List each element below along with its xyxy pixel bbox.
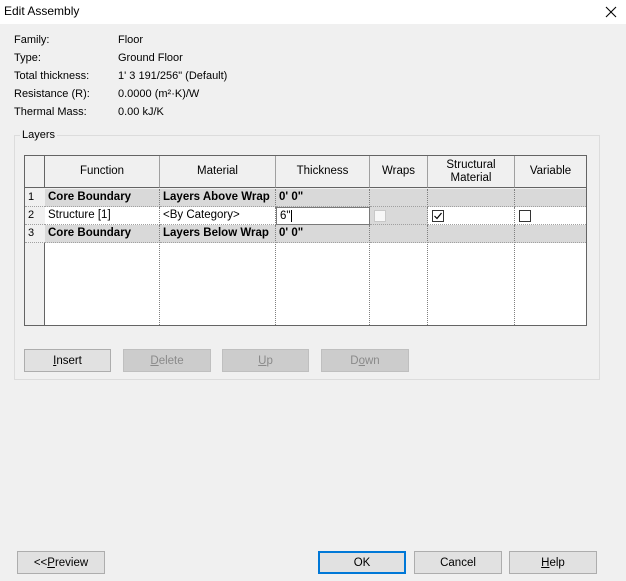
row-number: 3 (25, 225, 45, 243)
close-button[interactable] (596, 0, 626, 24)
function-cell[interactable]: Core Boundary (45, 189, 160, 207)
resistance-value: 0.0000 (m²·K)/W (118, 88, 200, 100)
up-button[interactable]: Up (222, 349, 309, 372)
down-button[interactable]: Do wn (321, 349, 409, 372)
resistance-label: Resistance (R): (14, 88, 90, 100)
row-number: 2 (25, 207, 45, 225)
help-button[interactable]: Help (509, 551, 597, 574)
thickness-cell[interactable]: 0' 0" (276, 189, 370, 207)
function-cell[interactable]: Structure [1] (45, 207, 160, 225)
total-thickness-value: 1' 3 191/256" (Default) (118, 70, 228, 82)
thickness-cell-editing[interactable]: 6" (276, 207, 370, 225)
corner-cell (25, 156, 45, 188)
layers-legend: Layers (20, 129, 58, 141)
thermal-mass-label: Thermal Mass: (14, 106, 87, 118)
column-header-material[interactable]: Material (160, 156, 276, 188)
total-thickness-label: Total thickness: (14, 70, 90, 82)
cancel-button[interactable]: Cancel (414, 551, 502, 574)
wraps-checkbox (374, 210, 386, 222)
close-icon (605, 6, 617, 18)
down-label-post: wn (365, 354, 380, 367)
preview-label-post: review (54, 556, 89, 569)
variable-cell (515, 189, 586, 207)
variable-checkbox[interactable] (519, 210, 531, 222)
wraps-cell (370, 189, 428, 207)
material-cell[interactable]: Layers Below Wrap (160, 225, 276, 243)
table-row[interactable]: 2 Structure [1] <By Category> 6" (25, 207, 586, 225)
row-number: 1 (25, 189, 45, 207)
structural-material-cell (428, 225, 515, 243)
checkmark-icon (434, 212, 442, 220)
family-value: Floor (118, 34, 144, 46)
type-value: Ground Floor (118, 52, 183, 64)
window-title: Edit Assembly (4, 4, 80, 18)
delete-button[interactable]: Delete (123, 349, 211, 372)
layers-grid[interactable]: Function Material Thickness Wraps Struct… (24, 155, 587, 326)
column-header-structural-material[interactable]: Structural Material (428, 156, 515, 188)
help-label-post: elp (549, 556, 565, 569)
down-label-pre: D (350, 354, 359, 367)
column-header-thickness[interactable]: Thickness (276, 156, 370, 188)
title-bar: Edit Assembly (0, 0, 626, 24)
structural-material-cell (428, 189, 515, 207)
variable-cell (515, 225, 586, 243)
insert-label-post: nsert (56, 354, 82, 367)
structural-material-cell[interactable] (428, 207, 515, 225)
grid-header: Function Material Thickness Wraps Struct… (25, 156, 586, 189)
material-cell[interactable]: <By Category> (160, 207, 276, 225)
structural-material-checkbox[interactable] (432, 210, 444, 222)
wraps-cell (370, 207, 428, 225)
preview-button[interactable]: << Preview (17, 551, 105, 574)
thickness-input-value[interactable]: 6" (280, 210, 290, 222)
up-label-post: p (266, 354, 273, 367)
thermal-mass-value: 0.00 kJ/K (118, 106, 164, 118)
column-header-variable[interactable]: Variable (515, 156, 586, 188)
material-cell[interactable]: Layers Above Wrap (160, 189, 276, 207)
delete-label-post: elete (158, 354, 184, 367)
text-caret (291, 209, 293, 222)
function-cell[interactable]: Core Boundary (45, 225, 160, 243)
preview-label-pre: << (33, 556, 48, 569)
thickness-cell[interactable]: 0' 0" (276, 225, 370, 243)
table-row[interactable]: 1 Core Boundary Layers Above Wrap 0' 0" (25, 189, 586, 207)
wraps-cell (370, 225, 428, 243)
type-label: Type: (14, 52, 41, 64)
up-label-mnemonic: U (258, 354, 267, 367)
preview-label-mnemonic: P (47, 556, 55, 569)
table-row[interactable]: 3 Core Boundary Layers Below Wrap 0' 0" (25, 225, 586, 243)
ok-button[interactable]: OK (318, 551, 406, 574)
family-label: Family: (14, 34, 50, 46)
column-header-function[interactable]: Function (45, 156, 160, 188)
help-label-mnemonic: H (541, 556, 550, 569)
delete-label-mnemonic: D (150, 354, 159, 367)
variable-cell[interactable] (515, 207, 586, 225)
column-header-wraps[interactable]: Wraps (370, 156, 428, 188)
insert-button[interactable]: Insert (24, 349, 111, 372)
